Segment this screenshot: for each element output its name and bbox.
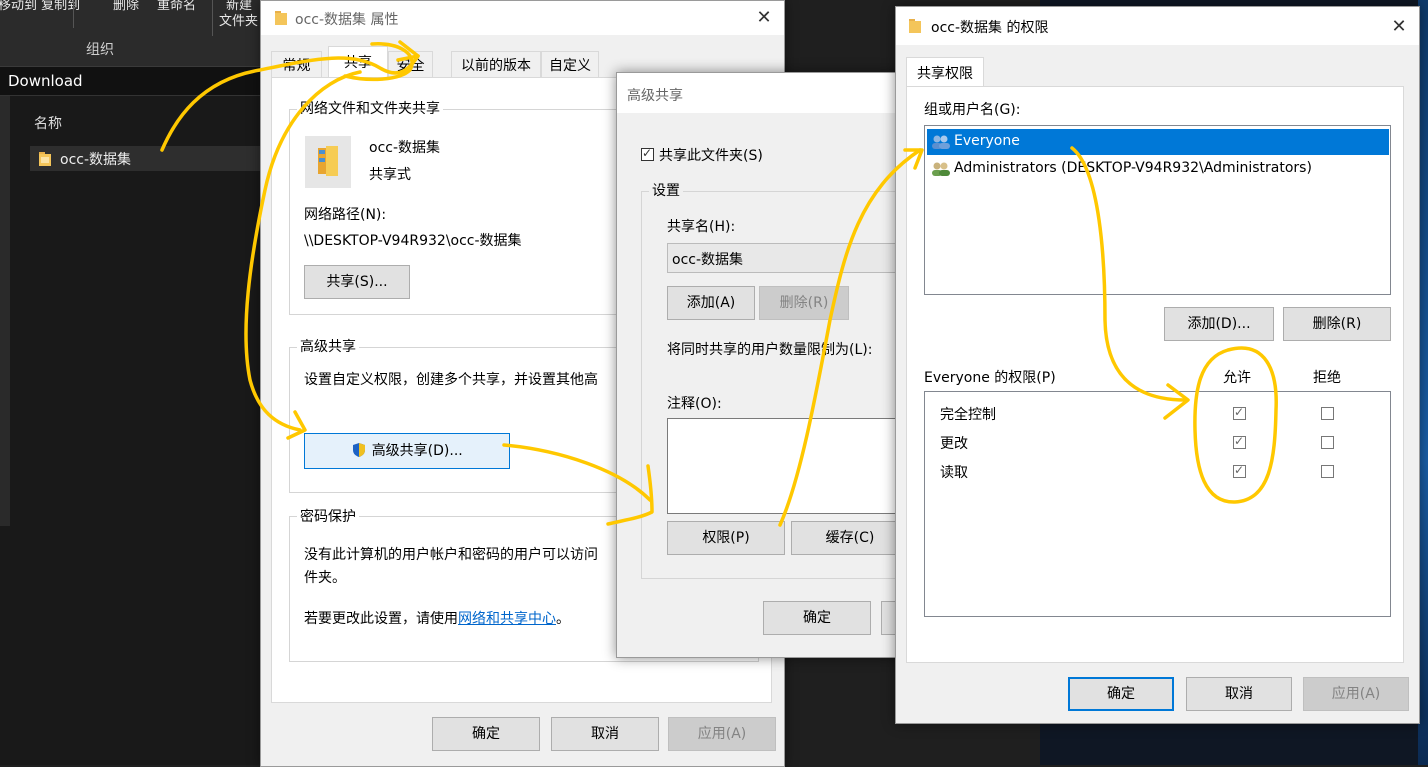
folder-icon [909,19,921,33]
permission-name: 完全控制 [940,407,996,423]
groups-label: 组或用户名(G): [924,102,1021,118]
tab-customize[interactable]: 自定义 [541,51,599,77]
ribbon: 移动到 复制到 删除 重命名 新建 文件夹 组织 [0,0,262,67]
move-copy-button[interactable]: 移动到 复制到 [0,0,80,13]
advanced-sharing-dialog: 高级共享 共享此文件夹(S) 设置 共享名(H): occ-数据集 添加(A) … [616,72,908,658]
address-bar[interactable]: Download [0,67,262,96]
apply-button[interactable]: 应用(A) [668,717,776,751]
folder-icon [39,152,51,166]
allow-checkbox[interactable] [1233,434,1246,449]
network-sharing-center-link[interactable]: 网络和共享中心 [458,611,556,627]
folder-icon [275,11,287,25]
ok-button[interactable]: 确定 [1068,677,1174,711]
network-path: \\DESKTOP-V94R932\occ-数据集 [304,233,522,249]
advanced-sharing-label: 高级共享(D)... [371,443,463,459]
network-path-label: 网络路径(N): [304,207,387,223]
group-title: 网络文件和文件夹共享 [297,98,443,118]
allow-checkbox[interactable] [1233,463,1246,478]
deny-checkbox[interactable] [1321,465,1334,478]
comment-label: 注释(O): [667,396,722,412]
properties-title: occ-数据集 属性 [295,12,399,28]
users-listbox[interactable]: Everyone Administrators (DESKTOP-V94R932… [924,125,1391,295]
folder-name: occ-数据集 [369,140,441,156]
advanced-title: 高级共享 [627,88,683,104]
permissions-button[interactable]: 权限(P) [667,521,785,555]
permissions-title: occ-数据集 的权限 [931,20,1049,36]
permission-row: 更改 [925,431,1390,453]
new-folder-button-line2[interactable]: 文件夹 [219,10,258,29]
user-name: Everyone [954,133,1020,149]
user-limit-label: 将同时共享的用户数量限制为(L): [667,342,873,358]
permissions-for-label: Everyone 的权限(P) [924,370,1056,386]
tab-share-permissions[interactable]: 共享权限 [906,57,984,87]
comment-textarea[interactable] [667,418,907,514]
password-description-line2: 件夹。 [304,570,346,586]
file-explorer-window: 移动到 复制到 删除 重命名 新建 文件夹 组织 Download 名称 occ… [0,0,262,765]
group-title: 密码保护 [297,506,359,526]
permission-row: 完全控制 [925,402,1390,424]
share-state: 共享式 [369,167,411,183]
allow-checkbox[interactable] [1233,405,1246,420]
apply-button[interactable]: 应用(A) [1303,677,1409,711]
ribbon-divider [73,0,74,28]
cancel-button[interactable]: 取消 [551,717,659,751]
ribbon-group-label: 组织 [86,42,114,58]
tab-security[interactable]: 安全 [388,51,433,77]
file-name: occ-数据集 [60,152,132,168]
list-item-selected[interactable]: Everyone [927,129,1389,155]
permissions-list: 完全控制 更改 读取 [924,391,1391,617]
permission-name: 更改 [940,436,968,452]
close-icon[interactable]: ✕ [1388,16,1410,38]
allow-column-header: 允许 [1223,370,1251,386]
shared-folder-icon [305,136,351,188]
remove-user-button[interactable]: 删除(R) [1283,307,1391,341]
share-folder-checkbox[interactable] [641,146,654,161]
password-description-line1: 没有此计算机的用户帐户和密码的用户可以访问 [304,547,598,563]
advanced-titlebar[interactable]: 高级共享 [617,73,907,113]
tab-previous-versions[interactable]: 以前的版本 [451,51,541,77]
ok-button[interactable]: 确定 [432,717,540,751]
share-folder-label: 共享此文件夹(S) [659,148,763,164]
tab-general[interactable]: 常规 [271,51,322,77]
add-share-button[interactable]: 添加(A) [667,286,755,320]
advanced-description: 设置自定义权限，创建多个共享，并设置其他高 [304,372,598,388]
users-group-icon [932,162,950,176]
users-group-icon [932,135,950,149]
nav-pane-scrollbar[interactable] [0,96,10,526]
permission-name: 读取 [940,465,968,481]
caching-button[interactable]: 缓存(C) [791,521,907,555]
permission-row: 读取 [925,460,1390,482]
group-title: 设置 [649,180,683,200]
deny-checkbox[interactable] [1321,436,1334,449]
deny-checkbox[interactable] [1321,407,1334,420]
user-name: Administrators (DESKTOP-V94R932\Administ… [954,160,1312,176]
share-name-combobox[interactable]: occ-数据集 [667,243,907,273]
cancel-button[interactable]: 取消 [1186,677,1292,711]
ok-button[interactable]: 确定 [763,601,871,635]
permissions-titlebar[interactable]: occ-数据集 的权限 ✕ [896,7,1419,45]
column-header-name[interactable]: 名称 [34,113,62,133]
add-user-button[interactable]: 添加(D)... [1164,307,1274,341]
password-change-text: 若要更改此设置，请使用网络和共享中心。 [304,611,570,627]
share-button[interactable]: 共享(S)... [304,265,410,299]
share-name-label: 共享名(H): [667,219,736,235]
list-item[interactable]: Administrators (DESKTOP-V94R932\Administ… [927,156,1389,182]
deny-column-header: 拒绝 [1313,370,1341,386]
share-name-value: occ-数据集 [672,252,744,268]
ribbon-divider [212,0,213,36]
remove-share-button[interactable]: 删除(R) [759,286,849,320]
address-text: Download [8,72,83,90]
group-title: 高级共享 [297,336,359,356]
tab-sharing[interactable]: 共享 [328,46,388,78]
uac-shield-icon [353,443,366,457]
permissions-dialog: occ-数据集 的权限 ✕ 共享权限 组或用户名(G): Everyone Ad… [895,6,1420,724]
properties-titlebar[interactable]: occ-数据集 属性 ✕ [261,1,784,35]
advanced-sharing-button[interactable]: 高级共享(D)... [304,433,510,469]
close-icon[interactable]: ✕ [753,7,775,29]
file-list-item[interactable]: occ-数据集 [30,146,262,171]
delete-button[interactable]: 删除 [113,0,139,13]
rename-button[interactable]: 重命名 [157,0,196,13]
